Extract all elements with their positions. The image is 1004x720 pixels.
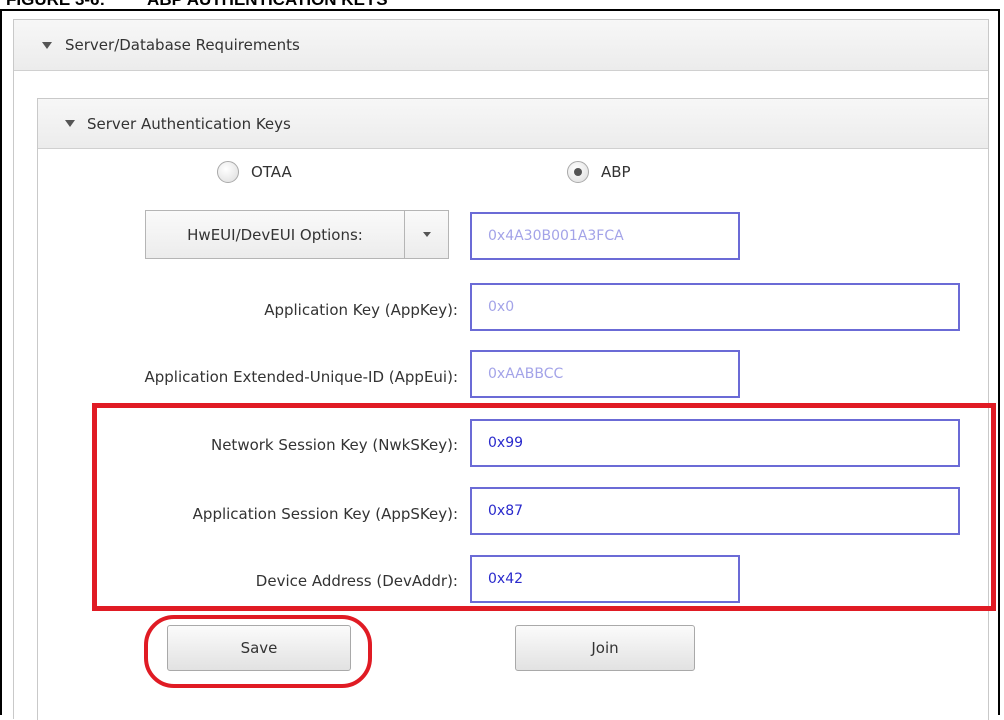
auth-keys-header[interactable]: Server Authentication Keys bbox=[38, 99, 988, 149]
auth-keys-title: Server Authentication Keys bbox=[87, 114, 291, 133]
server-database-header[interactable]: Server/Database Requirements bbox=[14, 20, 988, 71]
save-button[interactable]: Save bbox=[167, 625, 351, 671]
app-eui-field[interactable] bbox=[470, 350, 740, 398]
app-key-label: Application Key (AppKey): bbox=[264, 301, 458, 319]
app-skey-label: Application Session Key (AppSKey): bbox=[192, 505, 458, 523]
app-eui-label: Application Extended-Unique-ID (AppEui): bbox=[144, 368, 458, 386]
dev-addr-label: Device Address (DevAddr): bbox=[255, 572, 458, 590]
figure-caption: FIGURE 3-6: ABP AUTHENTICATION KEYS bbox=[6, 0, 388, 9]
nwk-skey-label: Network Session Key (NwkSKey): bbox=[210, 436, 458, 454]
radio-abp-label: ABP bbox=[601, 163, 631, 181]
radio-abp[interactable]: ABP bbox=[567, 153, 631, 191]
eui-options-value: HwEUI/DevEUI Options: bbox=[146, 211, 405, 258]
dev-eui-field[interactable] bbox=[470, 212, 740, 260]
app-key-field[interactable] bbox=[470, 283, 960, 331]
radio-otaa-label: OTAA bbox=[251, 163, 292, 181]
collapse-triangle-icon bbox=[65, 120, 75, 127]
radio-unchecked-icon bbox=[217, 161, 239, 183]
nwk-skey-field[interactable] bbox=[470, 419, 960, 467]
collapse-triangle-icon bbox=[42, 41, 52, 49]
radio-otaa[interactable]: OTAA bbox=[217, 153, 292, 191]
join-button[interactable]: Join bbox=[515, 625, 695, 671]
radio-checked-icon bbox=[567, 161, 589, 183]
dropdown-arrow-icon[interactable] bbox=[405, 211, 448, 258]
dev-addr-field[interactable] bbox=[470, 555, 740, 603]
app-skey-field[interactable] bbox=[470, 487, 960, 535]
eui-options-select[interactable]: HwEUI/DevEUI Options: bbox=[145, 210, 449, 259]
server-database-title: Server/Database Requirements bbox=[65, 36, 300, 54]
